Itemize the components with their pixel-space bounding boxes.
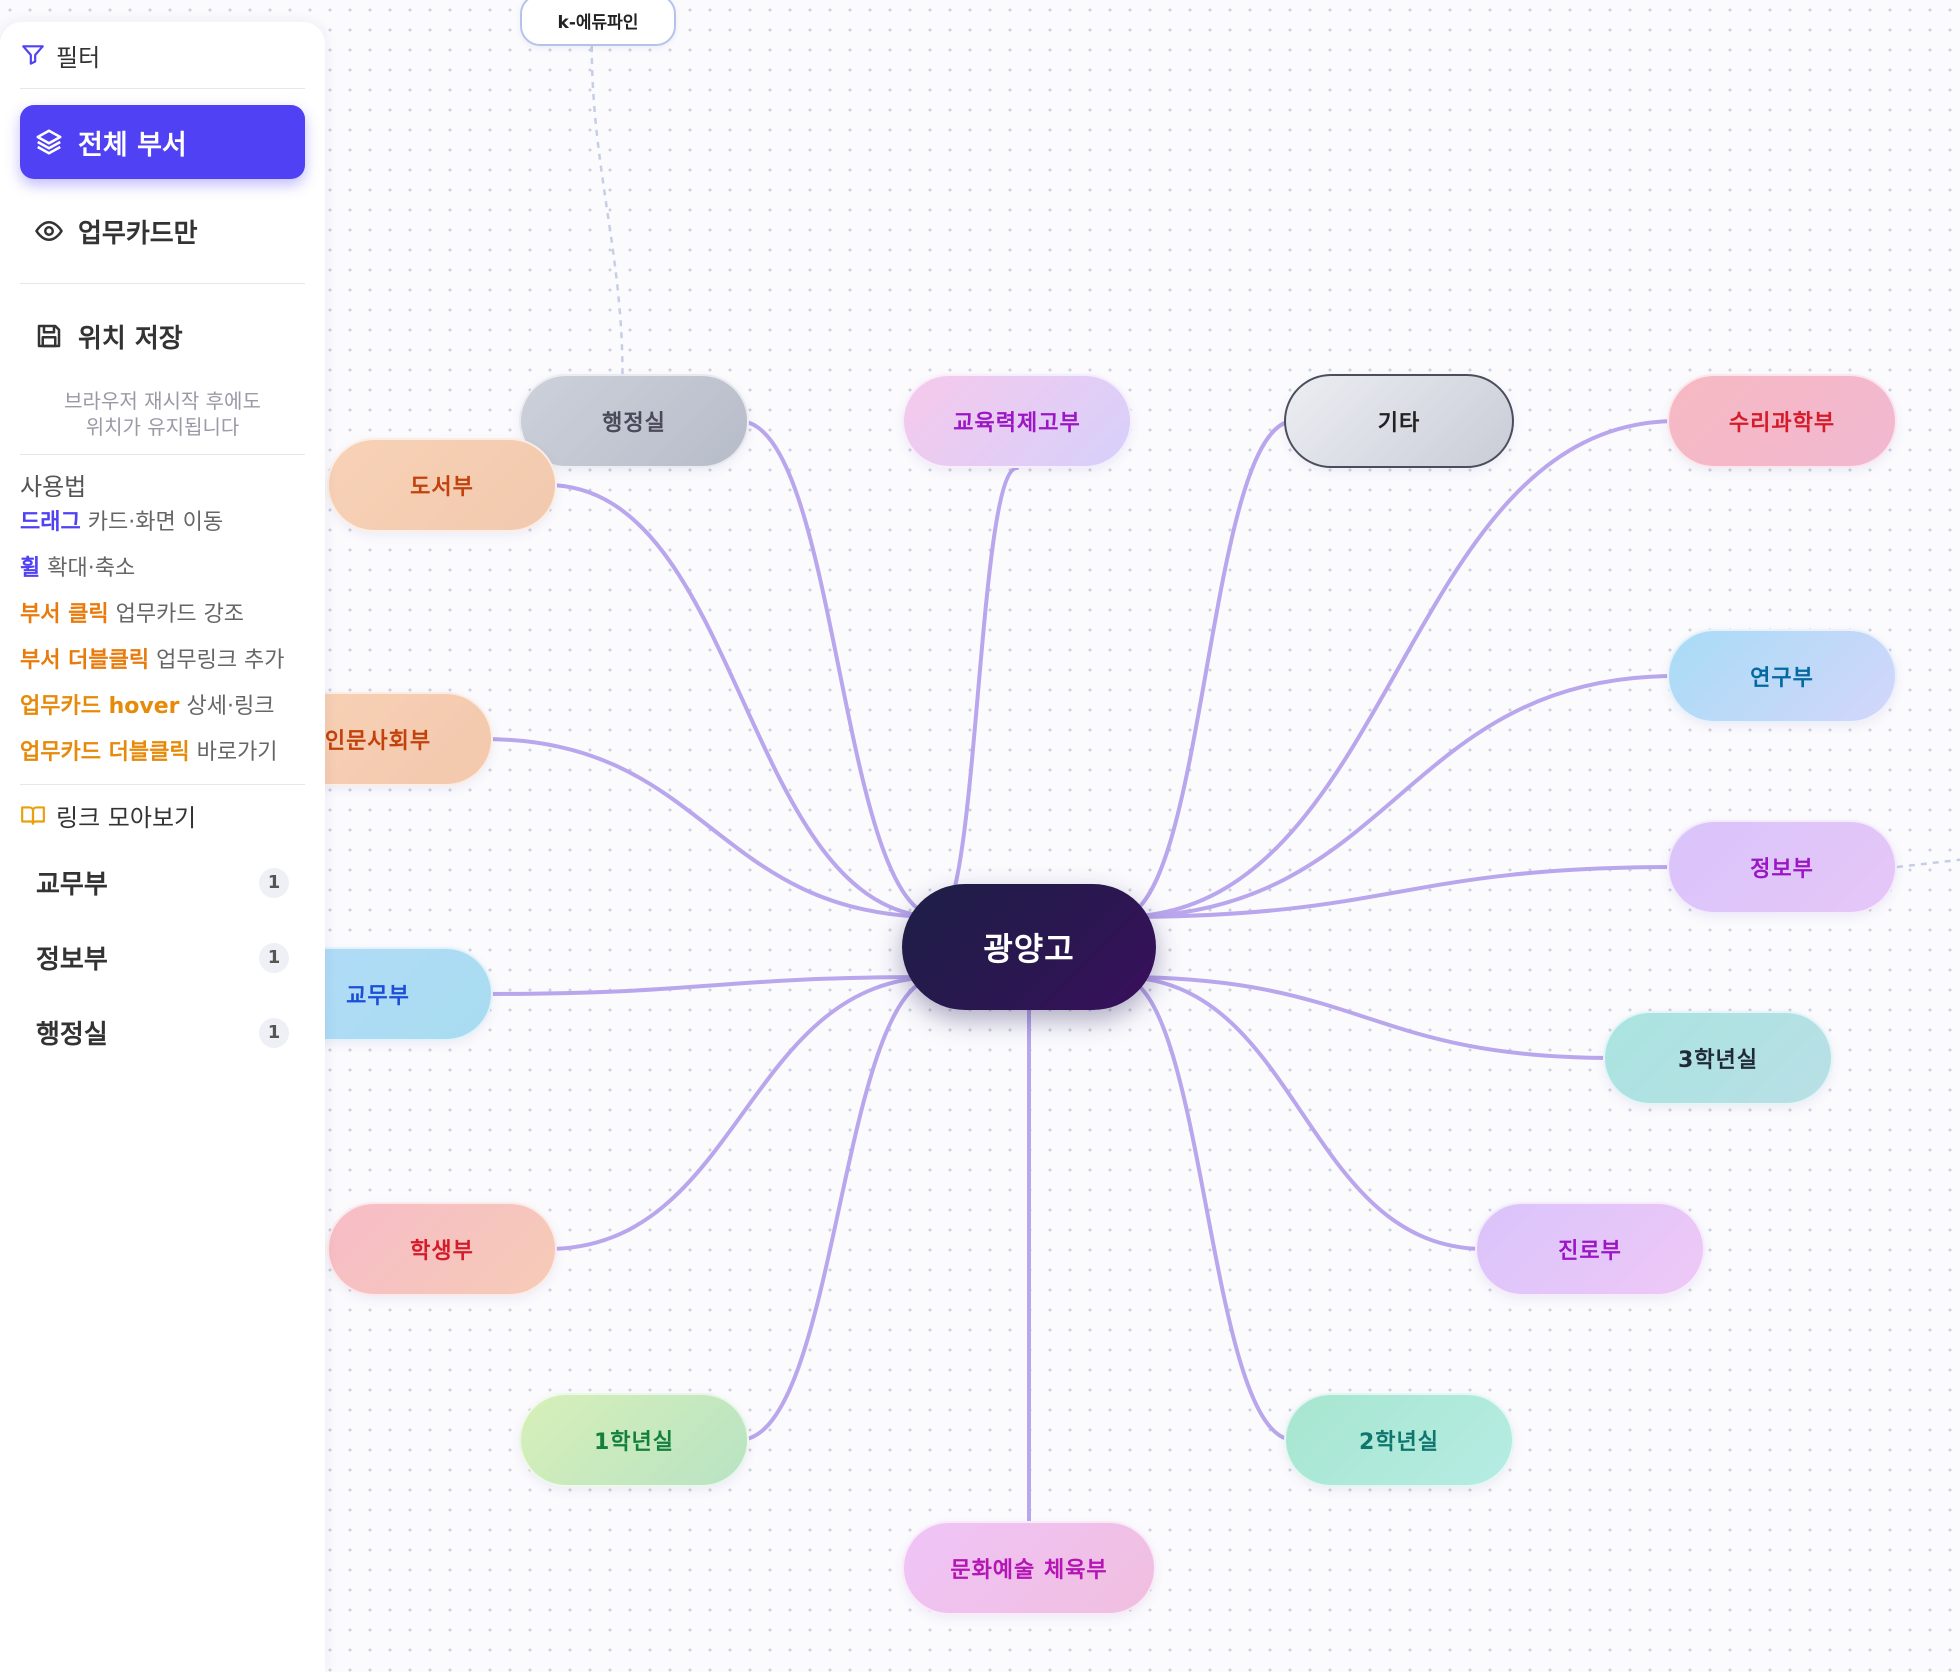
- dept-node-jeongbo[interactable]: 정보부: [1667, 820, 1897, 914]
- dept-node-gyoyuk[interactable]: 교육력제고부: [902, 374, 1132, 468]
- dept-node-suri[interactable]: 수리과학부: [1667, 374, 1897, 468]
- count-badge: 1: [259, 867, 289, 898]
- save-position-button[interactable]: 위치 저장: [20, 284, 305, 388]
- filter-label: 필터: [56, 43, 101, 72]
- dept-node-jinro[interactable]: 진로부: [1475, 1202, 1705, 1296]
- dept-node-yeongu[interactable]: 연구부: [1667, 629, 1897, 723]
- dept-node-munhwa[interactable]: 문화예술 체육부: [902, 1521, 1156, 1615]
- edge-haengjeong: [737, 419, 941, 919]
- link-card-k-edufine[interactable]: k-에듀파인: [520, 0, 676, 46]
- usage-title: 사용법: [20, 473, 87, 501]
- links-title: 링크 모아보기: [56, 803, 197, 832]
- usage-key: 부서 더블클릭: [20, 648, 150, 673]
- sidebar: 필터 전체 부서 업무카드만 위치 저장 브라우저 재시작 후에도 위치가 유지…: [0, 22, 325, 1672]
- dept-node-gita[interactable]: 기타: [1284, 374, 1514, 468]
- edge-hak1: [737, 975, 941, 1442]
- edge-inmun: [481, 737, 941, 919]
- dept-node-hak1[interactable]: 1학년실: [519, 1393, 749, 1487]
- all-departments-button[interactable]: 전체 부서: [20, 105, 305, 179]
- usage-key: 드래그: [20, 510, 81, 535]
- edge-hak2: [1117, 975, 1296, 1442]
- usage-item: 업무카드 hover 상세·링크: [20, 692, 305, 722]
- dept-node-haengjeong[interactable]: 행정실: [519, 374, 749, 468]
- offscreen-connector: [1896, 858, 1960, 869]
- link-group-name: 교무부: [36, 870, 108, 900]
- link-group-jeongbo[interactable]: 정보부 1: [20, 920, 305, 995]
- usage-item: 업무카드 더블클릭 바로가기: [20, 738, 305, 768]
- count-badge: 1: [259, 942, 289, 973]
- usage-item: 부서 클릭 업무카드 강조: [20, 600, 305, 630]
- edge-hak3: [1117, 975, 1615, 1060]
- usage-key: 휠: [20, 556, 41, 581]
- edge-gita: [1117, 419, 1296, 919]
- edge-yeongu: [1117, 674, 1679, 919]
- floppy-disk-icon: [34, 321, 64, 351]
- count-badge: 1: [259, 1017, 289, 1048]
- usage-desc: 바로가기: [189, 740, 278, 765]
- save-note-line-2: 위치가 유지됩니다: [85, 415, 240, 439]
- eye-icon: [34, 216, 64, 246]
- usage-item: 부서 더블클릭 업무링크 추가: [20, 646, 305, 676]
- filter-header: 필터: [20, 22, 305, 88]
- save-note: 브라우저 재시작 후에도 위치가 유지됩니다: [20, 388, 305, 454]
- cards-only-button[interactable]: 업무카드만: [20, 179, 305, 283]
- usage-desc: 상세·링크: [179, 694, 275, 719]
- usage-desc: 업무링크 추가: [149, 648, 285, 673]
- cards-only-label: 업무카드만: [78, 218, 198, 249]
- dept-node-doseo[interactable]: 도서부: [327, 438, 557, 532]
- dept-node-haksaeng[interactable]: 학생부: [327, 1202, 557, 1296]
- save-position-label: 위치 저장: [78, 323, 183, 354]
- save-note-line-1: 브라우저 재시작 후에도: [64, 389, 261, 413]
- funnel-icon: [20, 42, 46, 68]
- usage-key: 업무카드 더블클릭: [20, 740, 190, 765]
- link-card-connector: [590, 45, 624, 375]
- links-header: 링크 모아보기: [20, 785, 305, 845]
- divider: [20, 88, 305, 89]
- usage-desc: 카드·화면 이동: [80, 510, 224, 535]
- center-node[interactable]: 광양고: [902, 884, 1156, 1010]
- edge-gyoyuk: [937, 466, 1019, 919]
- layers-icon: [34, 127, 64, 157]
- all-departments-label: 전체 부서: [78, 129, 187, 161]
- link-group-haengjeong[interactable]: 행정실 1: [20, 995, 305, 1070]
- link-group-name: 정보부: [36, 945, 108, 975]
- open-book-icon: [20, 802, 46, 828]
- usage-item: 드래그 카드·화면 이동: [20, 508, 305, 538]
- usage-desc: 확대·축소: [40, 556, 136, 581]
- edge-haksaeng: [545, 975, 941, 1251]
- edge-jinro: [1117, 975, 1487, 1251]
- usage-item: 휠 확대·축소: [20, 554, 305, 584]
- dept-node-hak2[interactable]: 2학년실: [1284, 1393, 1514, 1487]
- dept-node-hak3[interactable]: 3학년실: [1603, 1011, 1833, 1105]
- usage-desc: 업무카드 강조: [108, 602, 245, 627]
- usage-key: 업무카드 hover: [20, 694, 180, 719]
- usage-key: 부서 클릭: [20, 602, 109, 627]
- edge-suri: [1117, 419, 1679, 919]
- divider: [20, 454, 305, 455]
- link-group-gyomu[interactable]: 교무부 1: [20, 845, 305, 920]
- link-group-name: 행정실: [36, 1020, 108, 1050]
